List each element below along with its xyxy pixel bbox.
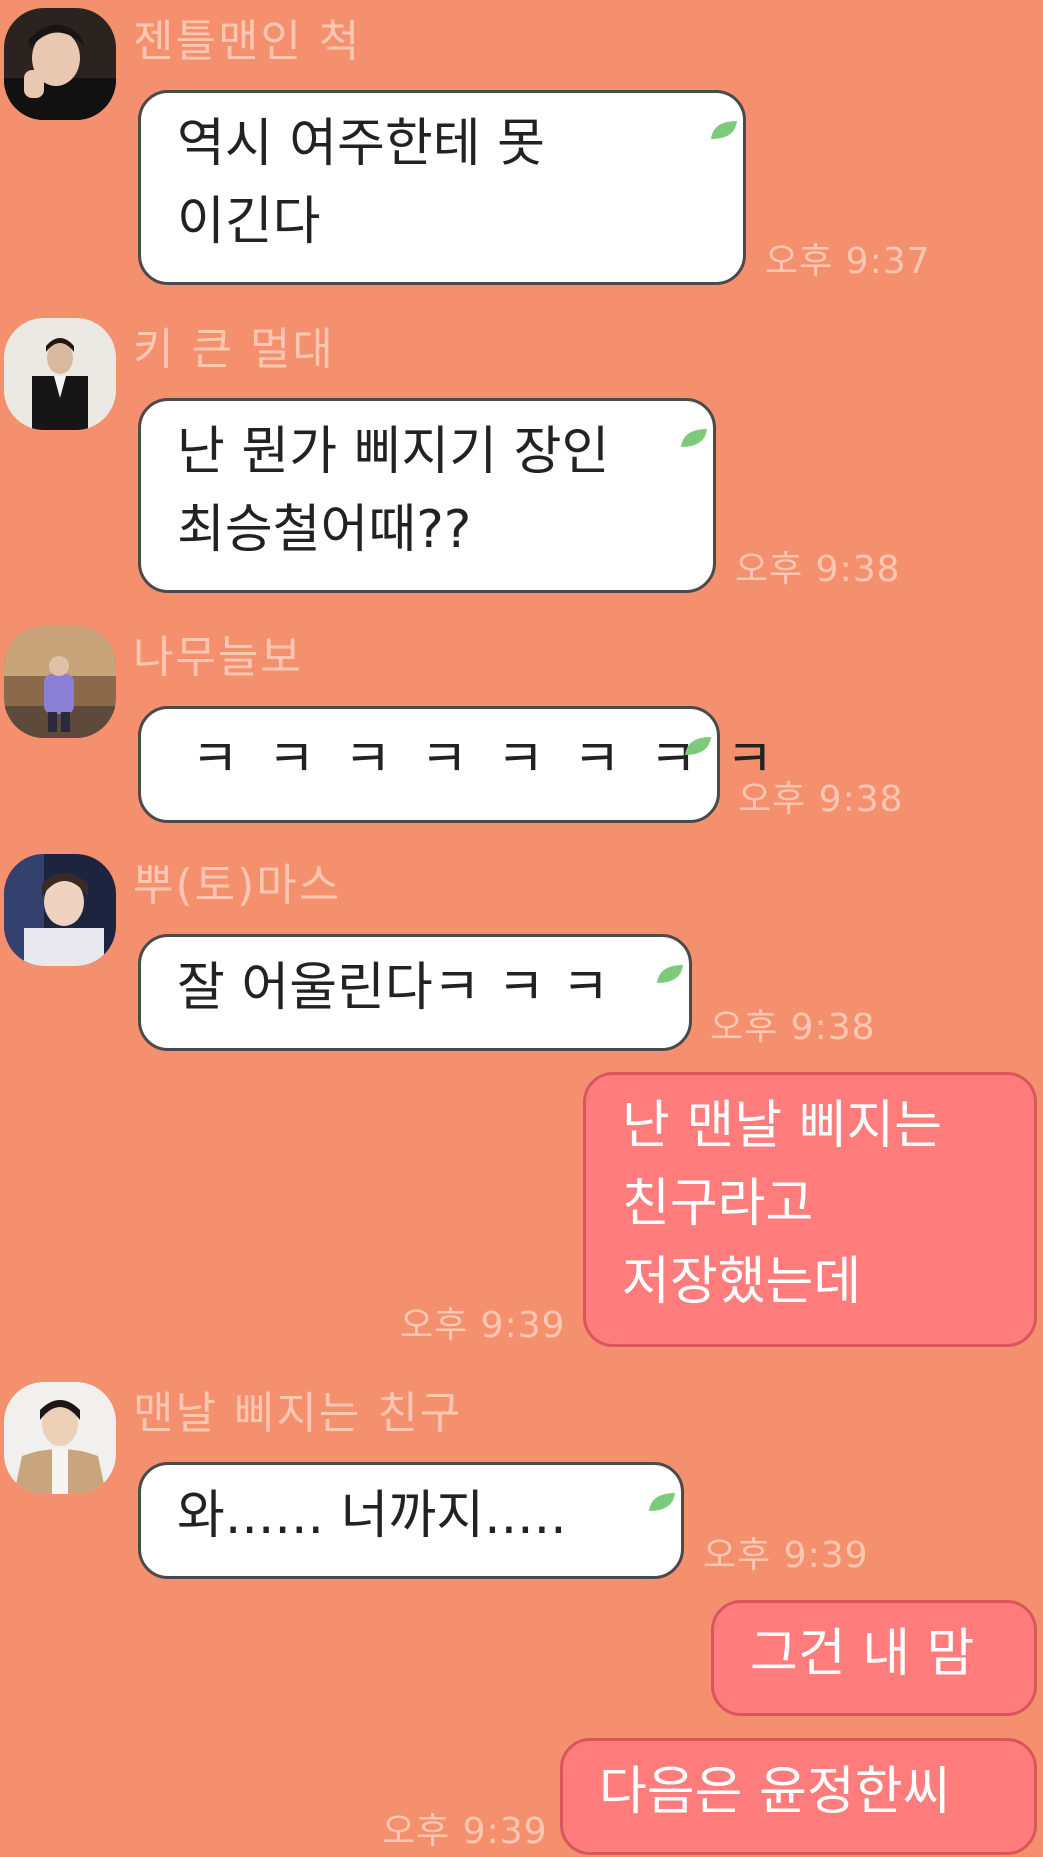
message-timestamp: 오후 9:39 — [703, 1535, 869, 1576]
sender-name: 나무늘보 — [133, 632, 303, 683]
outgoing-message-bubble[interactable]: 그건 내 맘 — [711, 1600, 1037, 1716]
message-timestamp: 오후 9:38 — [738, 779, 904, 820]
leaf-icon — [655, 929, 685, 1007]
message-text: 그건 내 맘 — [750, 1624, 975, 1684]
message-timestamp: 오후 9:38 — [735, 549, 901, 590]
message-text: 난 맨날 삐지는 — [622, 1096, 943, 1156]
incoming-message-bubble[interactable]: 난 뭔가 삐지기 장인 최승철어때?? — [138, 398, 716, 593]
incoming-message-bubble[interactable]: 역시 여주한테 못 이긴다 — [138, 90, 746, 285]
message-timestamp: 오후 9:38 — [710, 1007, 876, 1048]
message-text: 저장했는데 — [622, 1252, 862, 1312]
avatar[interactable] — [4, 8, 116, 120]
leaf-icon — [679, 393, 709, 471]
sender-name: 뿌(토)마스 — [133, 860, 342, 911]
avatar[interactable] — [4, 318, 116, 430]
outgoing-message-bubble[interactable]: 다음은 윤정한씨 — [560, 1738, 1037, 1855]
incoming-message-bubble[interactable]: 와...... 너까지..... — [138, 1462, 684, 1579]
message-text: 최승철어때?? — [177, 500, 472, 560]
message-timestamp: 오후 9:39 — [382, 1811, 548, 1852]
sender-name: 키 큰 멀대 — [133, 324, 335, 375]
message-text: 잘 어울린다ㅋ ㅋ ㅋ — [177, 958, 610, 1018]
incoming-message-bubble[interactable]: 잘 어울린다ㅋ ㅋ ㅋ — [138, 934, 692, 1051]
avatar[interactable] — [4, 1382, 116, 1494]
sender-name: 젠틀맨인 척 — [133, 16, 362, 67]
avatar[interactable] — [4, 626, 116, 738]
message-text: 이긴다 — [177, 192, 321, 252]
message-text: 난 뭔가 삐지기 장인 — [177, 422, 610, 482]
message-text: ㅋ ㅋ ㅋ ㅋ ㅋ ㅋ ㅋ ㅋ — [191, 730, 780, 790]
leaf-icon — [709, 85, 739, 163]
incoming-message-bubble[interactable]: ㅋ ㅋ ㅋ ㅋ ㅋ ㅋ ㅋ ㅋ — [138, 706, 780, 823]
outgoing-message-bubble[interactable]: 난 맨날 삐지는 친구라고 저장했는데 — [583, 1072, 1037, 1347]
leaf-icon — [647, 1457, 677, 1535]
leaf-icon — [683, 701, 713, 779]
message-timestamp: 오후 9:37 — [765, 241, 931, 282]
message-timestamp: 오후 9:39 — [400, 1305, 566, 1346]
sender-name: 맨날 삐지는 친구 — [133, 1388, 463, 1439]
message-text: 와...... 너까지..... — [177, 1486, 567, 1546]
avatar[interactable] — [4, 854, 116, 966]
message-text: 친구라고 — [622, 1174, 814, 1234]
message-text: 역시 여주한테 못 — [177, 114, 545, 174]
message-text: 다음은 윤정한씨 — [599, 1762, 951, 1822]
